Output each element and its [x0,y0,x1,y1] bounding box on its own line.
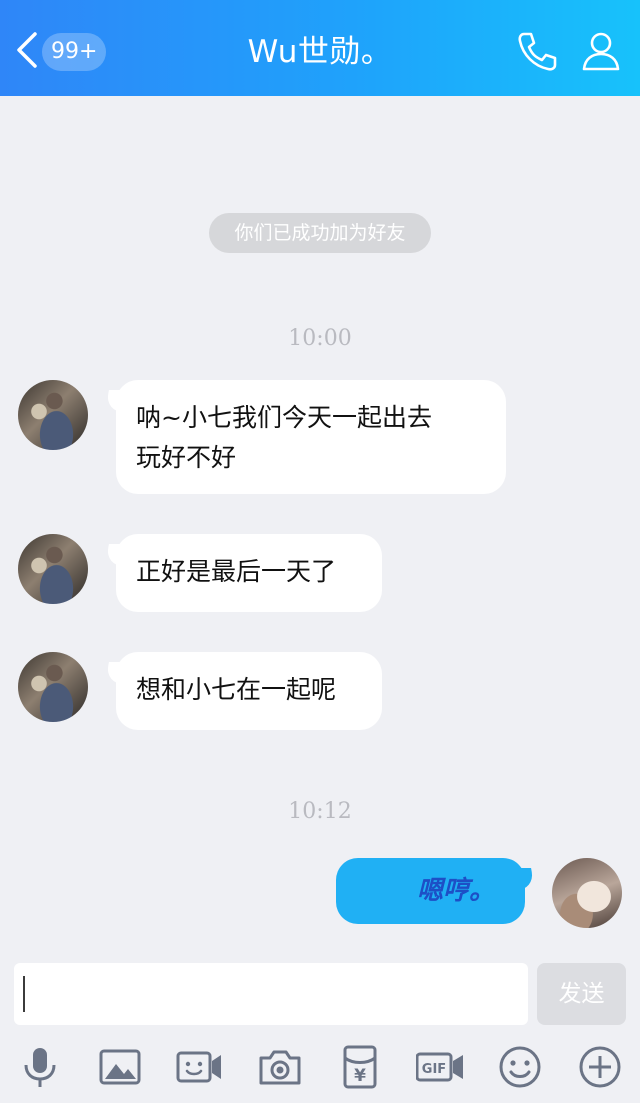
my-avatar[interactable] [552,858,622,928]
image-icon[interactable] [97,1044,143,1090]
contact-avatar[interactable] [18,652,88,722]
message-bubble[interactable]: 正好是最后一天了 [116,534,382,612]
message-text: 正好是最后一天了 [136,557,337,586]
timestamp: 10:00 [288,326,352,351]
camera-icon[interactable] [257,1044,303,1090]
my-message-bubble[interactable]: 嗯哼。 [336,858,525,924]
microphone-icon[interactable] [17,1044,63,1090]
red-packet-symbol: ¥ [354,1066,366,1086]
plus-icon[interactable] [577,1044,623,1090]
gif-label: GIF [422,1062,446,1077]
message-input[interactable] [14,963,528,1025]
timestamp: 10:12 [288,799,352,824]
contact-avatar[interactable] [18,534,88,604]
text-caret [23,976,25,1012]
person-icon[interactable] [578,28,624,74]
emoji-icon[interactable] [497,1044,543,1090]
message-line: 呐~小七我们今天一起出去 [136,403,432,432]
friend-added-notice: 你们已成功加为好友 [209,213,431,253]
message-bubble[interactable]: 呐~小七我们今天一起出去 玩好不好 [116,380,506,494]
phone-icon[interactable] [514,28,560,74]
red-packet-icon[interactable]: ¥ [337,1044,383,1090]
chat-header: 99+ Wu世勋。 [0,0,640,96]
message-text: 想和小七在一起呢 [136,675,337,704]
video-call-icon[interactable] [176,1044,222,1090]
message-bubble[interactable]: 想和小七在一起呢 [116,652,382,730]
send-button[interactable]: 发送 [537,963,626,1025]
message-text: 嗯哼。 [416,876,495,906]
gif-icon[interactable]: GIF [416,1044,464,1090]
contact-avatar[interactable] [18,380,88,450]
message-line: 玩好不好 [136,443,237,472]
